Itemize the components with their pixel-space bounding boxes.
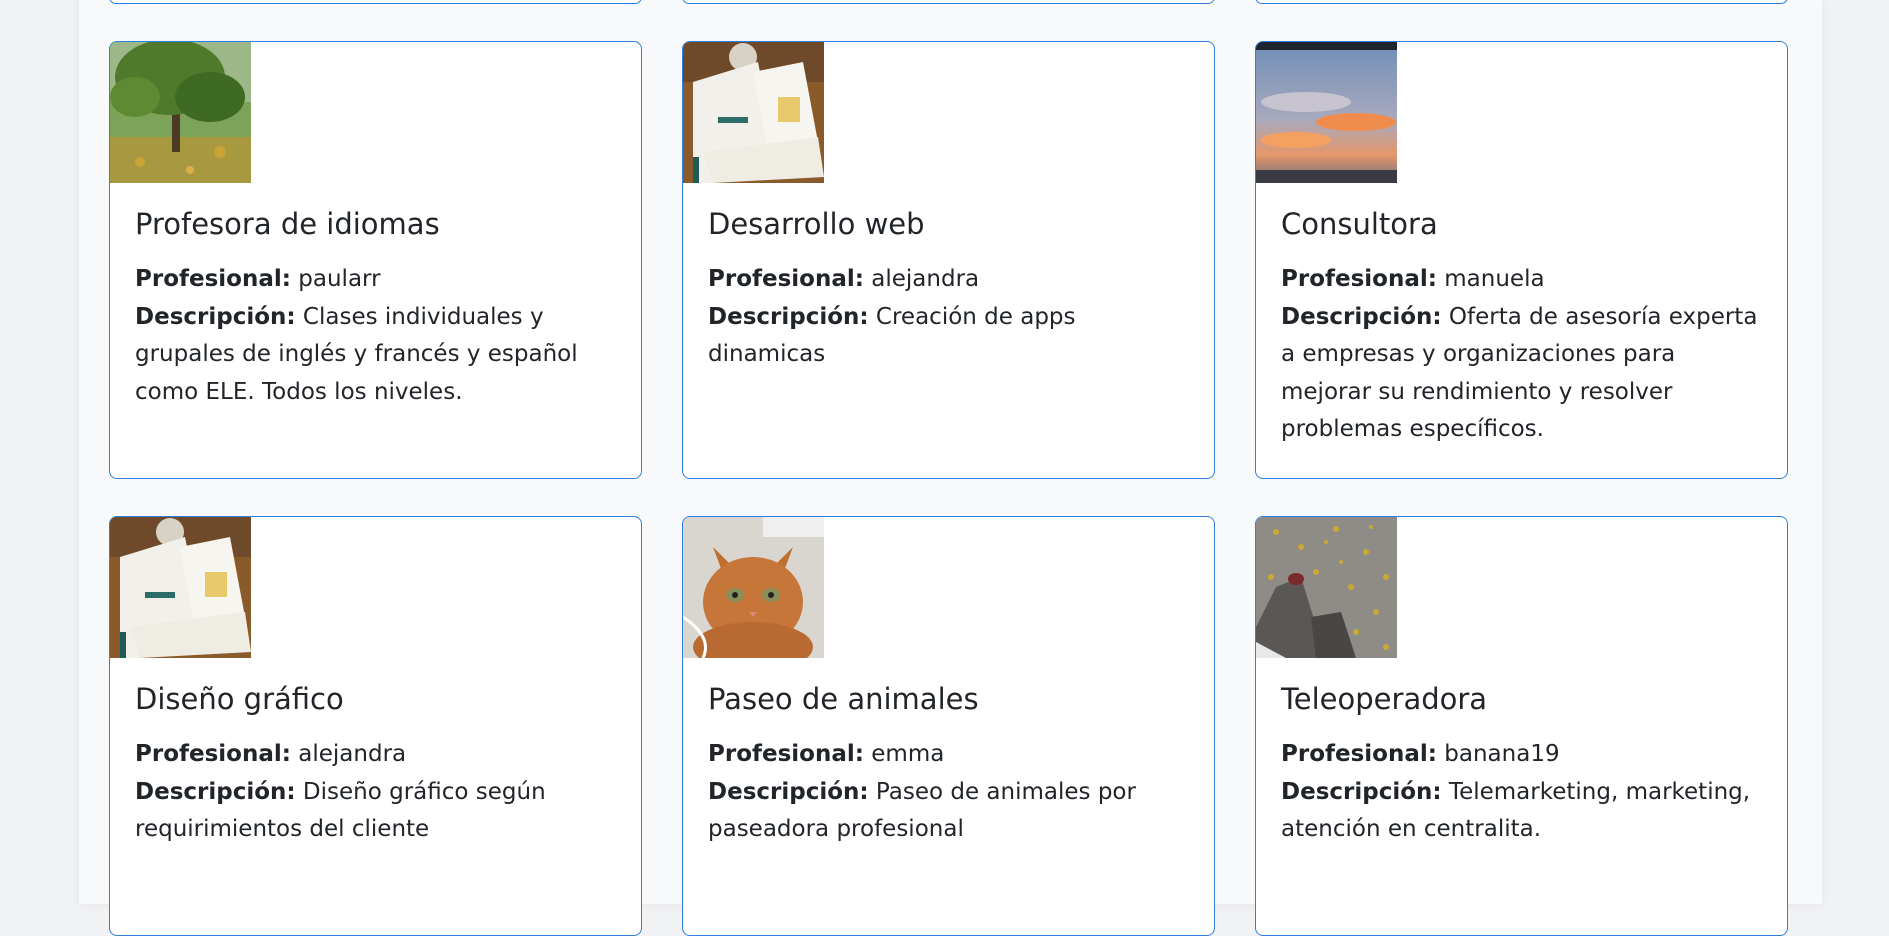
description-label: Descripción: bbox=[1281, 303, 1442, 330]
service-card[interactable]: Consultora Profesional: manuela Descripc… bbox=[1255, 41, 1788, 479]
professional-label: Profesional: bbox=[135, 266, 291, 292]
service-card[interactable]: Paseo de animales Profesional: emma Desc… bbox=[682, 516, 1215, 936]
professional-label: Profesional: bbox=[1281, 266, 1437, 292]
description-row: Descripción: Clases individuales y grupa… bbox=[135, 304, 578, 405]
service-title: Profesora de idiomas bbox=[135, 207, 440, 241]
description-label: Descripción: bbox=[1281, 778, 1442, 805]
service-title: Teleoperadora bbox=[1281, 682, 1488, 716]
service-card[interactable]: Teleoperadora Profesional: banana19 Desc… bbox=[1255, 516, 1788, 936]
professional-label: Profesional: bbox=[1281, 741, 1437, 767]
service-title: Desarrollo web bbox=[708, 207, 925, 241]
service-title: Consultora bbox=[1281, 207, 1438, 241]
professional-row: Profesional: alejandra bbox=[708, 266, 979, 292]
description-label: Descripción: bbox=[135, 778, 296, 805]
business-cards-photo-icon bbox=[110, 517, 251, 658]
description-row: Descripción: Creación de apps dinamicas bbox=[708, 304, 1076, 368]
description-row: Descripción: Diseño gráfico según requir… bbox=[135, 779, 546, 843]
orange-cat-photo-icon bbox=[683, 517, 824, 658]
professional-name: banana19 bbox=[1444, 741, 1560, 767]
service-title: Paseo de animales bbox=[708, 682, 979, 716]
description-label: Descripción: bbox=[708, 778, 869, 805]
tree-park-photo-icon bbox=[110, 42, 251, 183]
professional-row: Profesional: emma bbox=[708, 741, 944, 767]
professional-row: Profesional: manuela bbox=[1281, 266, 1545, 292]
service-title: Diseño gráfico bbox=[135, 682, 344, 716]
description-row: Descripción: Oferta de asesoría experta … bbox=[1281, 304, 1757, 443]
service-card-partial[interactable] bbox=[109, 0, 642, 4]
sunset-sky-photo-icon bbox=[1256, 42, 1397, 183]
autumn-leaves-pavement-photo-icon bbox=[1256, 517, 1397, 658]
service-card[interactable]: Diseño gráfico Profesional: alejandra De… bbox=[109, 516, 642, 936]
service-card[interactable]: Profesora de idiomas Profesional: paular… bbox=[109, 41, 642, 479]
professional-name: emma bbox=[871, 741, 945, 767]
service-card-partial[interactable] bbox=[1255, 0, 1788, 4]
professional-row: Profesional: alejandra bbox=[135, 741, 406, 767]
professional-label: Profesional: bbox=[708, 741, 864, 767]
services-panel: Profesora de idiomas Profesional: paular… bbox=[79, 0, 1822, 936]
professional-name: alejandra bbox=[298, 741, 407, 767]
service-card-partial[interactable] bbox=[682, 0, 1215, 4]
professional-label: Profesional: bbox=[135, 741, 291, 767]
professional-name: paularr bbox=[298, 266, 381, 292]
professional-label: Profesional: bbox=[708, 266, 864, 292]
description-row: Descripción: Paseo de animales por pasea… bbox=[708, 779, 1136, 843]
professional-row: Profesional: paularr bbox=[135, 266, 381, 292]
description-label: Descripción: bbox=[135, 303, 296, 330]
professional-name: alejandra bbox=[871, 266, 980, 292]
professional-name: manuela bbox=[1444, 266, 1545, 292]
description-label: Descripción: bbox=[708, 303, 869, 330]
description-row: Descripción: Telemarketing, marketing, a… bbox=[1281, 779, 1750, 843]
service-card[interactable]: Desarrollo web Profesional: alejandra De… bbox=[682, 41, 1215, 479]
professional-row: Profesional: banana19 bbox=[1281, 741, 1560, 767]
business-cards-photo-icon bbox=[683, 42, 824, 183]
